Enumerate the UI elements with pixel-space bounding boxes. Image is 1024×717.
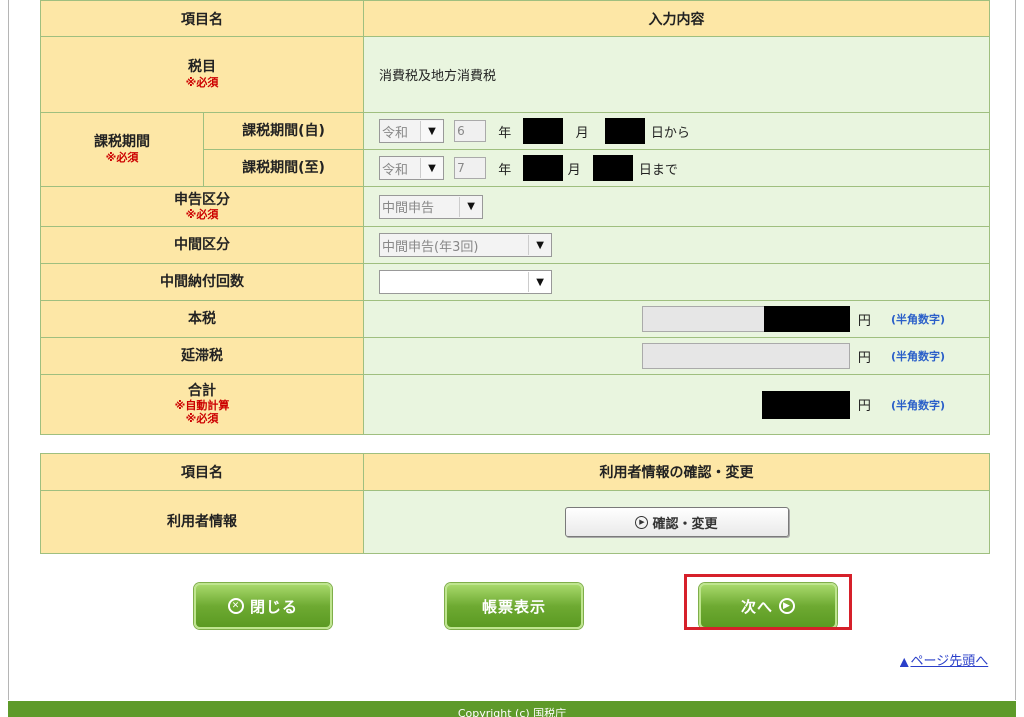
month-input-from[interactable]: [523, 118, 564, 144]
display-form-button[interactable]: 帳票表示: [445, 583, 583, 629]
month-input-to[interactable]: [523, 155, 564, 181]
chevron-down-icon: ▼: [528, 235, 551, 255]
period-from-label: 課税期間(自): [203, 112, 364, 150]
day-unit-to: 日まで: [638, 162, 678, 178]
required-mark: ※必須: [185, 207, 219, 221]
total-label-cell: 合計 ※自動計算 ※必須: [40, 374, 364, 435]
close-circle-icon: ✕: [227, 598, 244, 614]
next-button-highlight: [684, 574, 852, 630]
report-type-value: 中間申告 ▼: [363, 186, 990, 227]
yen-unit: 円: [857, 313, 871, 329]
era-select-to[interactable]: 令和 ▼: [379, 156, 444, 180]
month-unit: 月: [567, 162, 581, 178]
total-amount-redacted: [761, 390, 850, 419]
interim-type-select-value: 中間申告(年3回): [382, 239, 479, 255]
interim-type-select[interactable]: 中間申告(年3回) ▼: [379, 233, 552, 257]
report-type-label-cell: 申告区分 ※必須: [40, 186, 364, 227]
day-unit-from: 日から: [650, 125, 690, 141]
period-label: 課税期間: [94, 133, 150, 150]
page-top-link[interactable]: ▲ ページ先頭へ: [900, 650, 988, 669]
frame-left-border: [8, 0, 9, 700]
close-button[interactable]: ✕ 閉じる: [194, 583, 332, 629]
user-header-action: 利用者情報の確認・変更: [363, 453, 990, 491]
era-select-value: 令和: [382, 162, 409, 178]
up-triangle-icon: ▲: [900, 655, 909, 668]
user-info-table: 項目名 利用者情報の確認・変更 利用者情報 ▶ 確認・変更: [40, 453, 990, 554]
year-input-to[interactable]: 7: [454, 157, 487, 179]
tax-input-table: 項目名 入力内容 税目 ※必須 消費税及地方消費税 課税期間 ※必須 課税期間(…: [40, 0, 990, 435]
half-width-hint: (半角数字): [890, 350, 945, 363]
chevron-down-icon: ▼: [420, 158, 443, 178]
redacted-block: [763, 306, 850, 332]
year-unit: 年: [498, 125, 512, 141]
user-info-value: ▶ 確認・変更: [363, 490, 990, 554]
display-form-label: 帳票表示: [481, 597, 546, 616]
required-mark: ※必須: [105, 150, 139, 164]
confirm-change-button[interactable]: ▶ 確認・変更: [564, 507, 789, 537]
period-to-value: 令和 ▼ 7 年 月 日まで: [363, 149, 990, 187]
year-unit: 年: [498, 162, 512, 178]
header-input-content: 入力内容: [363, 0, 990, 37]
footer: Copyright (c) 国税庁: [8, 701, 1016, 717]
yen-unit: 円: [857, 350, 871, 366]
interim-count-value: ▼: [363, 263, 990, 301]
year-input-from[interactable]: 6: [454, 120, 487, 142]
yen-unit: 円: [857, 399, 871, 414]
tax-item-label: 税目: [188, 58, 216, 75]
total-label: 合計: [188, 383, 216, 399]
period-from-value: 令和 ▼ 6 年 月 日から: [363, 112, 990, 150]
interim-type-label: 中間区分: [40, 226, 364, 264]
required-mark: ※必須: [185, 412, 219, 425]
page-top-label: ページ先頭へ: [910, 654, 989, 669]
tax-item-label-cell: 税目 ※必須: [40, 36, 364, 113]
report-type-select-value: 中間申告: [382, 201, 435, 216]
interim-count-label: 中間納付回数: [40, 263, 364, 301]
auto-calc-mark: ※自動計算: [174, 399, 230, 412]
main-tax-label: 本税: [40, 300, 364, 338]
report-type-label: 申告区分: [174, 191, 230, 208]
play-circle-icon: ▶: [635, 515, 649, 529]
day-input-from[interactable]: [604, 118, 645, 144]
period-to-label: 課税期間(至): [203, 149, 364, 187]
half-width-hint: (半角数字): [890, 313, 945, 326]
delinquent-tax-label: 延滞税: [40, 337, 364, 375]
footer-copyright: Copyright (c) 国税庁: [457, 707, 567, 717]
delinquent-tax-input[interactable]: [641, 343, 850, 369]
interim-count-select[interactable]: ▼: [379, 270, 552, 294]
month-unit: 月: [575, 125, 589, 141]
main-tax-value: 円 (半角数字): [363, 300, 990, 338]
close-button-label: 閉じる: [249, 597, 298, 616]
chevron-down-icon: ▼: [420, 121, 443, 141]
period-label-cell: 課税期間 ※必須: [40, 112, 204, 187]
total-value: 円 (半角数字): [363, 374, 990, 435]
user-header-item-name: 項目名: [40, 453, 364, 491]
delinquent-tax-value: 円 (半角数字): [363, 337, 990, 375]
main-tax-input[interactable]: [641, 306, 850, 332]
header-item-name: 項目名: [40, 0, 364, 37]
day-input-to[interactable]: [592, 155, 633, 181]
tax-item-value: 消費税及地方消費税: [363, 36, 990, 113]
required-mark: ※必須: [185, 75, 219, 89]
chevron-down-icon: ▼: [528, 272, 551, 292]
era-select-from[interactable]: 令和 ▼: [379, 119, 444, 143]
frame-right-border: [1015, 0, 1016, 700]
chevron-down-icon: ▼: [459, 196, 482, 217]
report-type-select[interactable]: 中間申告 ▼: [379, 194, 483, 219]
half-width-hint: (半角数字): [890, 398, 945, 412]
user-info-label: 利用者情報: [40, 490, 364, 554]
era-select-value: 令和: [382, 125, 409, 141]
interim-type-value: 中間申告(年3回) ▼: [363, 226, 990, 264]
confirm-change-label: 確認・変更: [652, 516, 718, 532]
